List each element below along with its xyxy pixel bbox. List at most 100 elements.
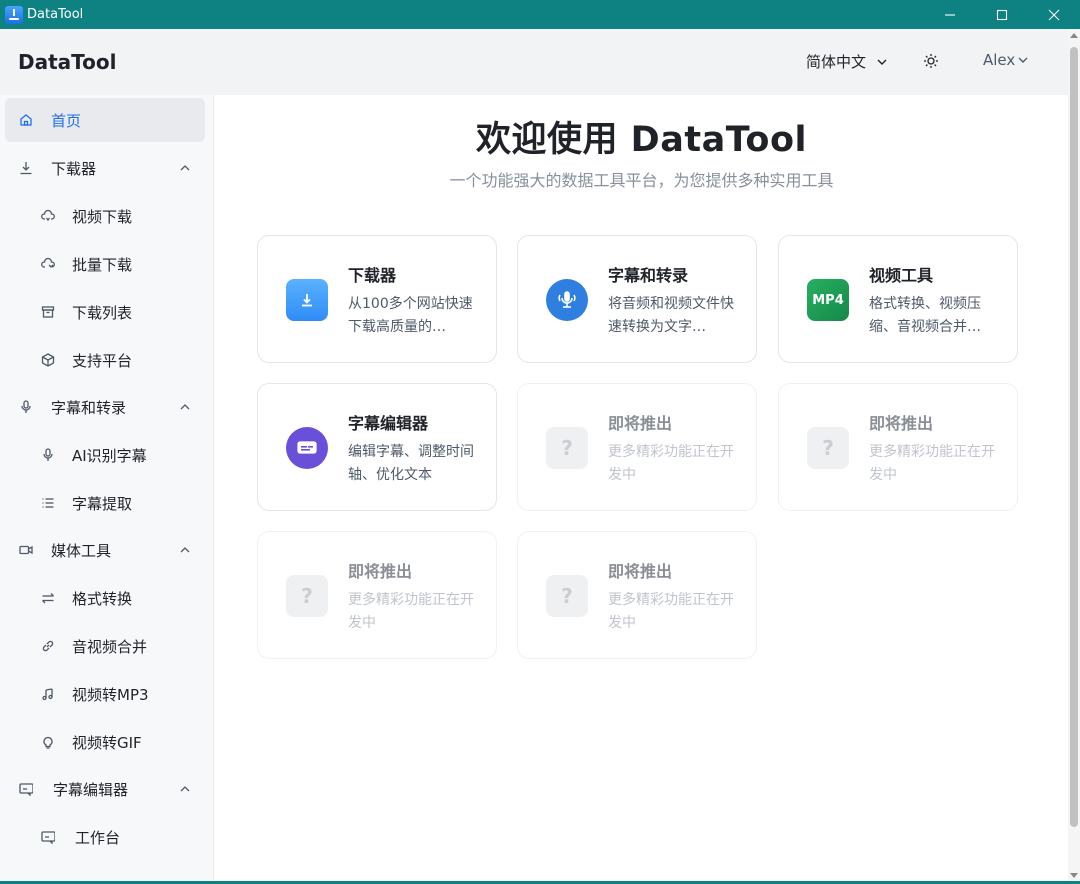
- sidebar-item-subtitle-extract[interactable]: 字幕提取: [5, 481, 205, 525]
- sidebar-item-batch-download[interactable]: 批量下载: [5, 242, 205, 286]
- page-subtitle: 一个功能强大的数据工具平台，为您提供多种实用工具: [449, 171, 834, 190]
- subtitle-editor-icon: [286, 427, 328, 469]
- mic-icon: [19, 400, 33, 414]
- download-box-icon: [286, 279, 328, 321]
- chevron-up-icon: [180, 404, 190, 410]
- card-title: 即将推出: [348, 562, 413, 581]
- feature-card-downloader[interactable]: 下载器 从100多个网站快速下载高质量的…: [257, 235, 497, 363]
- mic-circle-icon: [546, 279, 588, 321]
- user-menu[interactable]: Alex: [983, 51, 1029, 69]
- card-description: 更多精彩功能正在开发中: [348, 592, 474, 631]
- home-icon: [19, 113, 33, 127]
- archive-icon: [41, 305, 55, 319]
- window-titlebar: DataTool: [0, 0, 1080, 29]
- app-header: DataTool 简体中文 Alex: [0, 29, 1068, 95]
- sidebar-item-home[interactable]: 首页: [5, 98, 205, 142]
- sidebar-item-label: 格式转换: [72, 589, 133, 608]
- card-description: 更多精彩功能正在开发中: [608, 444, 734, 483]
- sidebar-item-label: 批量下载: [72, 255, 133, 274]
- feature-card-coming-soon: ? 即将推出 更多精彩功能正在开发中: [517, 383, 757, 511]
- subtitle-icon: [41, 830, 55, 844]
- window-controls: [924, 0, 1080, 29]
- sidebar-item-label: 下载器: [51, 159, 97, 178]
- video-camera-icon: [19, 543, 33, 557]
- sidebar-item-label: 字幕提取: [72, 494, 133, 513]
- music-note-icon: [41, 687, 55, 701]
- question-mark: ?: [561, 436, 573, 460]
- theme-toggle-button[interactable]: [923, 53, 939, 69]
- sidebar: 首页 下载器 视频下载 批量下载 下载列表 支持平台 字幕和转录 AI识别字幕 …: [0, 95, 214, 884]
- chevron-down-icon: [1018, 57, 1028, 63]
- chevron-up-icon: [180, 786, 190, 792]
- card-title: 视频工具: [869, 266, 934, 285]
- sidebar-item-format-convert[interactable]: 格式转换: [5, 576, 205, 620]
- feature-card-coming-soon: ? 即将推出 更多精彩功能正在开发中: [517, 531, 757, 659]
- card-description: 格式转换、视频压缩、音视频合并…: [869, 296, 981, 335]
- minimize-button[interactable]: [924, 0, 976, 29]
- sidebar-item-label: 音视频合并: [72, 637, 148, 656]
- cube-icon: [41, 353, 55, 367]
- vertical-scrollbar[interactable]: [1068, 29, 1080, 884]
- user-name: Alex: [983, 51, 1016, 69]
- list-icon: [41, 496, 55, 510]
- close-icon: [1048, 9, 1060, 20]
- sidebar-item-label: 工作台: [75, 828, 121, 847]
- maximize-button[interactable]: [976, 0, 1028, 29]
- sidebar-group-downloader[interactable]: 下载器: [5, 146, 205, 190]
- scroll-thumb[interactable]: [1070, 47, 1078, 827]
- sun-icon: [924, 54, 938, 68]
- sidebar-item-workbench[interactable]: 工作台: [5, 815, 205, 859]
- feature-card-coming-soon: ? 即将推出 更多精彩功能正在开发中: [778, 383, 1018, 511]
- swap-icon: [41, 591, 55, 605]
- card-description: 将音频和视频文件快速转换为文字…: [608, 296, 734, 335]
- mp4-icon: MP4: [807, 279, 849, 321]
- download-icon: [19, 161, 33, 175]
- feature-card-coming-soon: ? 即将推出 更多精彩功能正在开发中: [257, 531, 497, 659]
- card-description: 从100多个网站快速下载高质量的…: [348, 296, 473, 335]
- card-title: 下载器: [348, 266, 397, 285]
- sidebar-item-ai-subtitles[interactable]: AI识别字幕: [5, 433, 205, 477]
- question-icon: ?: [286, 575, 328, 617]
- feature-card-video-tools[interactable]: MP4 视频工具 格式转换、视频压缩、音视频合并…: [778, 235, 1018, 363]
- sidebar-item-label: 字幕和转录: [51, 398, 127, 417]
- sidebar-item-video-download[interactable]: 视频下载: [5, 194, 205, 238]
- sidebar-item-label: 视频转MP3: [72, 685, 149, 704]
- maximize-icon: [996, 9, 1008, 20]
- question-icon: ?: [807, 427, 849, 469]
- question-icon: ?: [546, 427, 588, 469]
- card-title: 字幕编辑器: [348, 414, 429, 433]
- language-label: 简体中文: [806, 53, 867, 71]
- brand-name: DataTool: [18, 50, 117, 74]
- mp4-icon-label: MP4: [812, 292, 844, 308]
- language-selector[interactable]: 简体中文: [806, 51, 888, 72]
- sidebar-group-subtitles[interactable]: 字幕和转录: [5, 385, 205, 429]
- window-title: DataTool: [27, 7, 84, 22]
- sidebar-item-video-to-gif[interactable]: 视频转GIF: [5, 720, 205, 764]
- scroll-down-arrow-icon[interactable]: [1070, 873, 1078, 878]
- chevron-up-icon: [180, 547, 190, 553]
- page-title: 欢迎使用 DataTool: [475, 120, 808, 160]
- sidebar-item-av-merge[interactable]: 音视频合并: [5, 624, 205, 668]
- sidebar-item-label: 视频转GIF: [72, 733, 142, 752]
- sidebar-item-label: 支持平台: [72, 351, 133, 370]
- sidebar-group-subtitle-editor[interactable]: 字幕编辑器: [5, 767, 205, 811]
- link-icon: [41, 639, 55, 653]
- sidebar-item-video-to-mp3[interactable]: 视频转MP3: [5, 672, 205, 716]
- card-title: 即将推出: [608, 562, 673, 581]
- feature-card-subtitle-editor[interactable]: 字幕编辑器 编辑字幕、调整时间轴、优化文本: [257, 383, 497, 511]
- card-description: 更多精彩功能正在开发中: [869, 444, 995, 483]
- main-content: 欢迎使用 DataTool 一个功能强大的数据工具平台，为您提供多种实用工具 下…: [215, 95, 1068, 884]
- card-title: 字幕和转录: [608, 266, 689, 285]
- scroll-up-arrow-icon[interactable]: [1070, 33, 1078, 38]
- feature-card-subtitles[interactable]: 字幕和转录 将音频和视频文件快速转换为文字…: [517, 235, 757, 363]
- sidebar-item-label: 下载列表: [72, 303, 133, 322]
- sidebar-group-media-tools[interactable]: 媒体工具: [5, 528, 205, 572]
- sidebar-item-label: 视频下载: [72, 207, 133, 226]
- mic-icon: [41, 448, 55, 462]
- question-mark: ?: [822, 436, 834, 460]
- sidebar-item-supported-platforms[interactable]: 支持平台: [5, 338, 205, 382]
- close-button[interactable]: [1028, 0, 1080, 29]
- sidebar-item-label: 字幕编辑器: [53, 780, 129, 799]
- sidebar-item-download-list[interactable]: 下载列表: [5, 290, 205, 334]
- chevron-down-icon: [877, 59, 887, 65]
